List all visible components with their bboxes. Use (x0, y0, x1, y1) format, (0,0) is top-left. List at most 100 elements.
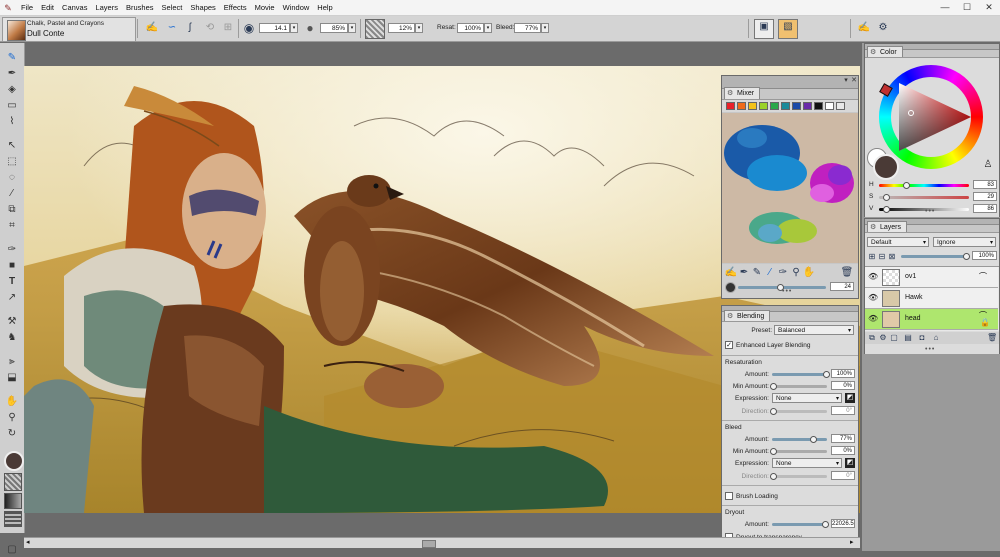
resat-amount-field[interactable]: 100% (831, 369, 855, 378)
new-layer-icon[interactable]: ▢ (889, 331, 899, 345)
menu-layers[interactable]: Layers (91, 3, 122, 12)
layer-row-hawk[interactable]: 👁 Hawk (865, 288, 998, 309)
bleed-min-field[interactable]: 0% (831, 446, 855, 455)
panel-grip-icon[interactable]: ••• (925, 208, 935, 215)
mixer-brush-size-field[interactable]: 24 (830, 282, 854, 291)
dropper-icon[interactable]: ⁄ (763, 266, 777, 280)
crop-icon[interactable]: ⌗ (4, 219, 20, 233)
saturation-value-triangle[interactable] (899, 83, 971, 151)
menu-movie[interactable]: Movie (251, 3, 279, 12)
dryout-amount-knob[interactable] (822, 521, 829, 528)
visibility-eye-icon[interactable]: 👁 (868, 293, 878, 302)
resat-dropdown-icon[interactable]: ▾ (484, 23, 492, 33)
resat-min-field[interactable]: 0% (831, 381, 855, 390)
dynamic-plugins-icon[interactable]: ⚙ (878, 331, 888, 345)
resat-min-slider[interactable] (772, 385, 827, 388)
mirror-icon[interactable]: ⫸ (4, 355, 20, 369)
canvas-scrollbar[interactable]: ◂ ▸ (24, 537, 860, 548)
menu-file[interactable]: File (17, 3, 37, 12)
brush-search-icon[interactable]: ✍ (857, 21, 871, 35)
scroll-right-icon[interactable]: ▸ (850, 538, 854, 546)
bleed-field[interactable]: 77% (514, 23, 541, 33)
mix-color-icon[interactable]: ✒ (737, 266, 751, 280)
layer-opacity-slider[interactable] (901, 255, 967, 258)
opacity-dropdown-icon[interactable]: ▾ (348, 23, 356, 33)
hue-ring[interactable] (879, 65, 983, 169)
brush-selector[interactable]: Chalk, Pastel and Crayons Dull Conte (2, 17, 136, 42)
mixer-swatch[interactable] (748, 102, 757, 110)
bleed-min-knob[interactable] (770, 448, 777, 455)
divine-proportion-icon[interactable]: ⬓ (4, 371, 20, 385)
lasso-icon[interactable]: ◌ (4, 171, 20, 185)
lock-transparency-icon[interactable]: ⊞ (867, 250, 877, 264)
resat-expression-select[interactable]: None (772, 393, 842, 404)
bleed-direction-field[interactable]: 0° (831, 471, 855, 480)
preserve-icon[interactable]: ⊠ (887, 250, 897, 264)
pattern-icon[interactable] (4, 511, 22, 527)
paint-bucket-icon[interactable]: ◈ (4, 83, 20, 97)
rect-select-icon[interactable]: ⬚ (4, 155, 20, 169)
resat-direction-slider[interactable] (772, 410, 827, 413)
s-field[interactable]: 29 (973, 192, 997, 201)
panel-grip-icon[interactable]: ••• (782, 288, 792, 295)
zoom-icon[interactable]: ⚲ (789, 266, 803, 280)
layer-opacity-knob[interactable] (963, 253, 970, 260)
s-slider[interactable] (879, 196, 969, 199)
main-color-swatch[interactable] (873, 154, 899, 180)
pick-up-underlying-icon[interactable]: ⊟ (877, 250, 887, 264)
pan-icon[interactable]: ✋ (802, 266, 816, 280)
shape-select-icon[interactable]: ↗ (4, 291, 20, 305)
reset-brush-icon[interactable]: ⟲ (203, 21, 217, 35)
v-slider[interactable] (879, 208, 969, 211)
hue-marker[interactable] (879, 83, 893, 97)
mixer-swatch[interactable] (759, 102, 768, 110)
layer-opacity-field[interactable]: 100% (972, 251, 997, 260)
resat-min-knob[interactable] (770, 383, 777, 390)
mixer-swatch[interactable] (814, 102, 823, 110)
layer-adjuster-icon[interactable]: ↖ (4, 139, 20, 153)
brush-loading-checkbox[interactable] (725, 492, 733, 500)
grain-dropdown-icon[interactable]: ▾ (415, 23, 423, 33)
paper-icon[interactable] (4, 473, 22, 491)
layer-commands-icon[interactable]: ⧉ (867, 331, 877, 345)
bleed-amount-knob[interactable] (810, 436, 817, 443)
pen-icon[interactable]: ✑ (4, 243, 20, 257)
sample-multiple-icon[interactable]: ✑ (776, 266, 790, 280)
scroll-left-icon[interactable]: ◂ (26, 538, 30, 546)
mixer-swatch[interactable] (836, 102, 845, 110)
resat-amount-knob[interactable] (823, 371, 830, 378)
stroke-attributes-icon[interactable]: ⊞ (221, 21, 235, 35)
lock-layer-icon[interactable]: ⌂ (931, 331, 941, 345)
menu-edit[interactable]: Edit (37, 3, 58, 12)
bleed-direction-knob[interactable] (770, 473, 777, 480)
eraser-icon[interactable]: ▭ (4, 99, 20, 113)
menu-help[interactable]: Help (313, 3, 336, 12)
layer-row-ov1[interactable]: 👁 ov1 ⌒ (865, 267, 998, 288)
mixer-swatch[interactable] (803, 102, 812, 110)
resat-direction-field[interactable]: 0° (831, 406, 855, 415)
new-group-icon[interactable]: ▤ (903, 331, 913, 345)
menu-effects[interactable]: Effects (220, 3, 251, 12)
invert-expression-icon[interactable]: ◩ (845, 458, 855, 468)
scroll-thumb[interactable] (422, 540, 436, 548)
menu-window[interactable]: Window (279, 3, 314, 12)
visibility-eye-icon[interactable]: 👁 (868, 272, 878, 281)
size-field[interactable]: 14.1 (259, 23, 290, 33)
bleed-direction-slider[interactable] (772, 475, 827, 478)
h-slider[interactable] (879, 184, 969, 187)
maximize-button[interactable]: ☐ (956, 0, 978, 15)
main-color-swatch[interactable] (4, 451, 24, 471)
v-knob[interactable] (883, 206, 890, 213)
panel-collapse-icon[interactable]: ▾ (842, 77, 850, 85)
bleed-dropdown-icon[interactable]: ▾ (541, 23, 549, 33)
mixer-swatch[interactable] (792, 102, 801, 110)
layer-row-head[interactable]: 👁 head ⌒ 🔒 (865, 309, 998, 330)
bleed-amount-field[interactable]: 77% (831, 434, 855, 443)
blender-icon[interactable]: ⌇ (4, 115, 20, 129)
panel-close-icon[interactable]: ✕ (850, 77, 858, 85)
menu-select[interactable]: Select (158, 3, 187, 12)
panel-grip-icon[interactable]: ••• (925, 346, 935, 353)
resat-direction-knob[interactable] (770, 408, 777, 415)
bleed-min-slider[interactable] (772, 450, 827, 453)
brush-library-icon[interactable]: ▣ (754, 19, 774, 39)
